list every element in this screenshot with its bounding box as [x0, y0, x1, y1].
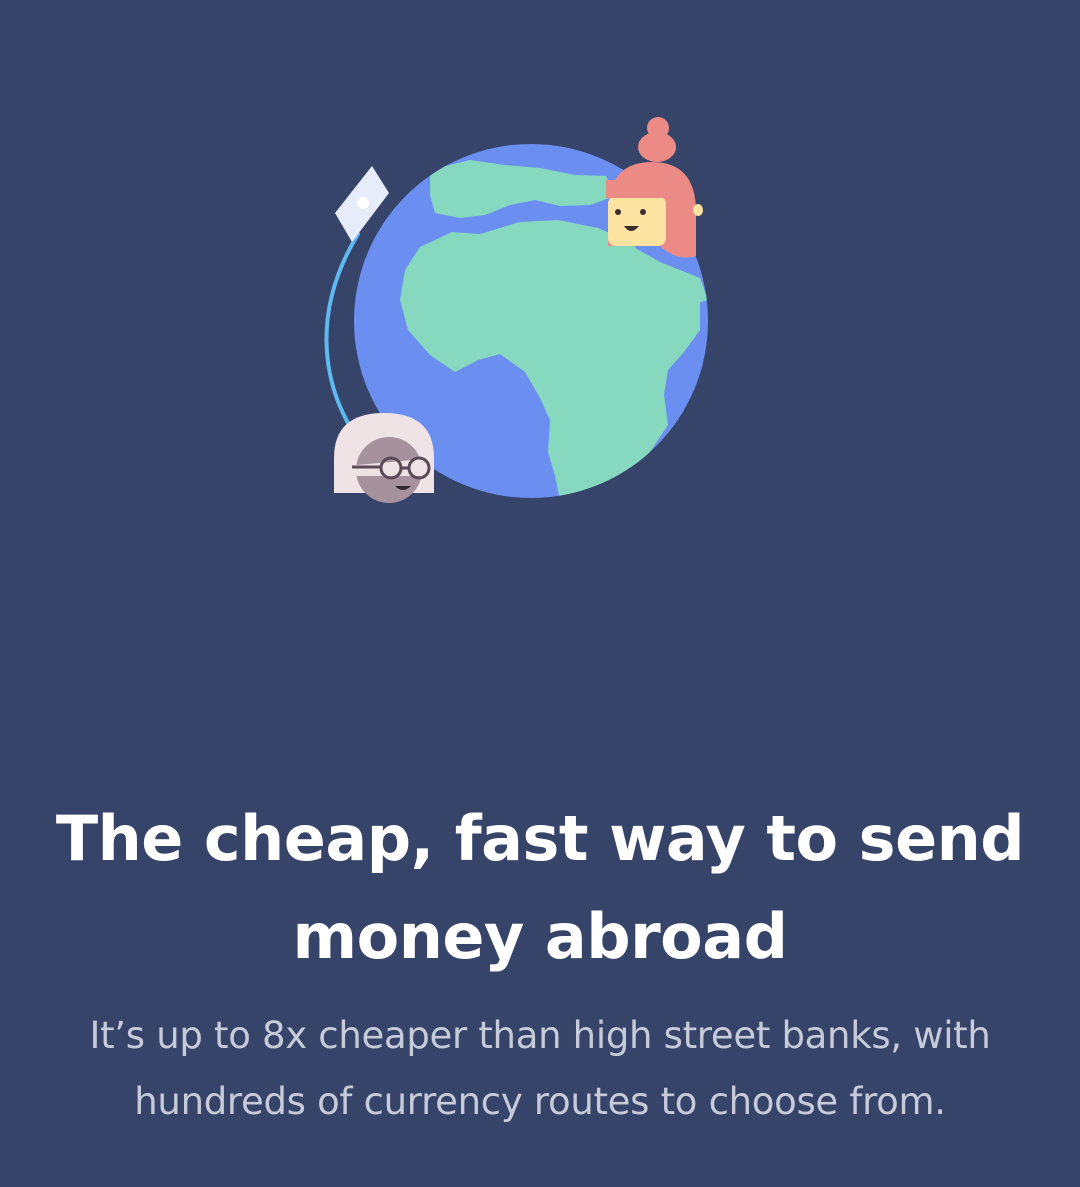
onboarding-subtext: It’s up to 8x cheaper than high street b…: [89, 1014, 991, 1123]
woman-avatar-icon: [606, 117, 703, 258]
onboarding-headline: The cheap, fast way to send money abroad: [55, 802, 1025, 973]
onboarding-illustration: [324, 117, 708, 503]
onboarding-screen: The cheap, fast way to send money abroad…: [0, 0, 1080, 1187]
man-avatar-icon: [334, 413, 434, 503]
orbit-path: [324, 232, 360, 432]
